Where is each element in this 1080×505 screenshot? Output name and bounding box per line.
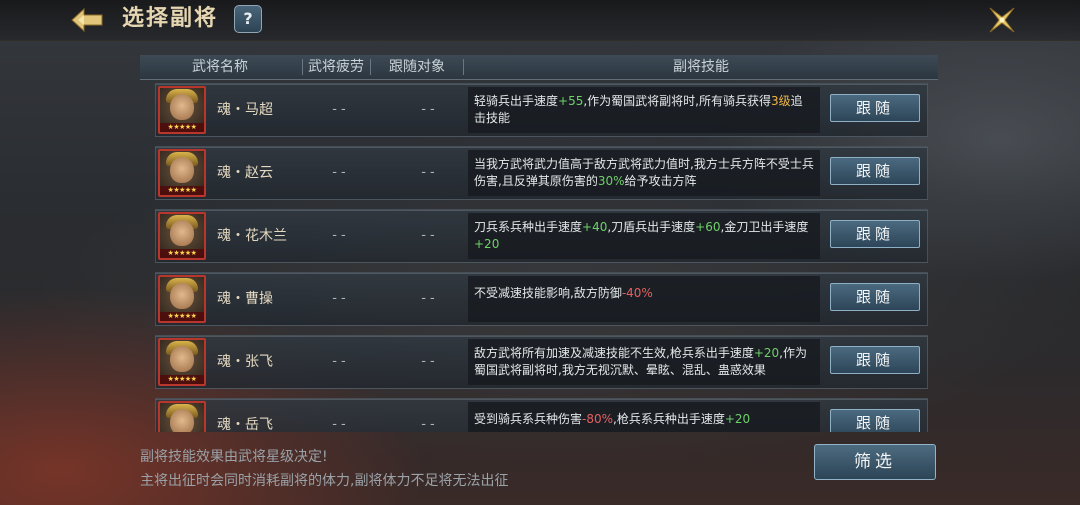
deputy-skill-text: 受到骑兵系兵种伤害-80%,枪兵系兵种出手速度+20 <box>468 402 820 432</box>
deputy-skill-text: 轻骑兵出手速度+55,作为蜀国武将副将时,所有骑兵获得3级追击技能 <box>468 87 820 133</box>
skill-text-segment: ,作为蜀国武将副将时,所有骑兵获得 <box>583 94 771 108</box>
general-row: ★★★★★ 魂・岳飞 - - - - 受到骑兵系兵种伤害-80%,枪兵系兵种出手… <box>155 398 928 432</box>
general-portrait: ★★★★★ <box>158 275 206 323</box>
portrait-face <box>170 409 194 432</box>
skill-text-segment: 不受减速技能影响,敌方防御 <box>474 286 622 300</box>
general-follow-target: - - <box>421 354 435 369</box>
general-portrait: ★★★★★ <box>158 338 206 386</box>
general-follow-target: - - <box>421 102 435 117</box>
portrait-face <box>170 220 194 246</box>
general-fatigue: - - <box>332 354 346 369</box>
general-portrait: ★★★★★ <box>158 149 206 197</box>
general-fatigue: - - <box>332 417 346 432</box>
general-name: 魂・马超 <box>217 102 273 118</box>
table-header: 武将名称 武将疲劳 跟随对象 副将技能 <box>140 55 938 80</box>
general-name: 魂・曹操 <box>217 291 273 307</box>
skill-text-segment: +20 <box>724 412 751 426</box>
skill-text-segment: +20 <box>753 346 780 360</box>
portrait-face <box>170 94 194 120</box>
general-fatigue: - - <box>332 291 346 306</box>
deputy-skill-text: 当我方武将武力值高于敌方武将武力值时,我方士兵方阵不受士兵伤害,且反弹其原伤害的… <box>468 150 820 196</box>
back-arrow-icon[interactable] <box>70 6 104 34</box>
column-header-follow: 跟随对象 <box>389 59 445 75</box>
skill-text-segment: 给予攻击方阵 <box>624 174 697 188</box>
general-name: 魂・岳飞 <box>217 417 273 432</box>
column-header-skill: 副将技能 <box>673 59 729 75</box>
hint-stamina: 主将出征时会同时消耗副将的体力,副将体力不足将无法出征 <box>140 473 509 489</box>
follow-button[interactable]: 跟随 <box>830 283 920 311</box>
skill-text-segment: +60 <box>695 220 721 234</box>
hint-star-level: 副将技能效果由武将星级决定! <box>140 449 328 465</box>
general-fatigue: - - <box>332 228 346 243</box>
general-name: 魂・赵云 <box>217 165 273 181</box>
general-portrait: ★★★★★ <box>158 212 206 260</box>
follow-button[interactable]: 跟随 <box>830 220 920 248</box>
skill-text-segment: +40 <box>582 220 608 234</box>
follow-button[interactable]: 跟随 <box>830 157 920 185</box>
portrait-face <box>170 346 194 372</box>
skill-text-segment: 轻骑兵出手速度 <box>474 94 559 108</box>
star-rating: ★★★★★ <box>160 312 204 321</box>
general-row: ★★★★★ 魂・赵云 - - - - 当我方武将武力值高于敌方武将武力值时,我方… <box>155 146 928 200</box>
filter-button[interactable]: 筛选 <box>814 444 936 480</box>
skill-text-segment: 敌方武将所有加速及减速技能不生效,枪兵系出手速度 <box>474 346 754 360</box>
skill-text-segment: +20 <box>474 237 500 251</box>
portrait-face <box>170 283 194 309</box>
skill-text-segment: ,枪兵系兵种出手速度 <box>613 412 725 426</box>
follow-button[interactable]: 跟随 <box>830 94 920 122</box>
general-name: 魂・张飞 <box>217 354 273 370</box>
skill-text-segment: -40% <box>621 286 653 300</box>
skill-text-segment: ,刀盾兵出手速度 <box>607 220 696 234</box>
general-follow-target: - - <box>421 291 435 306</box>
follow-button[interactable]: 跟随 <box>830 346 920 374</box>
skill-text-segment: 刀兵系兵种出手速度 <box>474 220 583 234</box>
general-fatigue: - - <box>332 102 346 117</box>
general-follow-target: - - <box>421 417 435 432</box>
skill-text-segment: 受到骑兵系兵种伤害 <box>474 412 583 426</box>
general-fatigue: - - <box>332 165 346 180</box>
general-follow-target: - - <box>421 165 435 180</box>
column-header-name: 武将名称 <box>192 59 248 75</box>
skill-text-segment: 30% <box>597 174 625 188</box>
skill-text-segment: -80% <box>582 412 614 426</box>
skill-text-segment: +55 <box>558 94 584 108</box>
general-table: 武将名称 武将疲劳 跟随对象 副将技能 ★★★★★ 魂・马超 - - - - 轻… <box>140 55 938 432</box>
top-bar: 选择副将 ? <box>0 0 1080 41</box>
close-x-icon[interactable] <box>986 4 1018 36</box>
question-icon[interactable]: ? <box>234 5 262 33</box>
deputy-skill-text: 不受减速技能影响,敌方防御-40% <box>468 276 820 322</box>
follow-button[interactable]: 跟随 <box>830 409 920 432</box>
general-name: 魂・花木兰 <box>217 228 287 244</box>
page-title: 选择副将 <box>122 6 219 31</box>
general-follow-target: - - <box>421 228 435 243</box>
general-row: ★★★★★ 魂・曹操 - - - - 不受减速技能影响,敌方防御-40% 跟随 <box>155 272 928 326</box>
portrait-face <box>170 157 194 183</box>
deputy-skill-text: 刀兵系兵种出手速度+40,刀盾兵出手速度+60,金刀卫出手速度 +20 <box>468 213 820 259</box>
star-rating: ★★★★★ <box>160 249 204 258</box>
general-portrait: ★★★★★ <box>158 86 206 134</box>
skill-text-segment: ,金刀卫出手速度 <box>720 220 809 234</box>
star-rating: ★★★★★ <box>160 123 204 132</box>
general-portrait: ★★★★★ <box>158 401 206 432</box>
deputy-skill-text: 敌方武将所有加速及减速技能不生效,枪兵系出手速度+20,作为蜀国武将副将时,我方… <box>468 339 820 385</box>
skill-text-segment: 3级 <box>770 94 791 108</box>
star-rating: ★★★★★ <box>160 186 204 195</box>
column-header-fatigue: 武将疲劳 <box>308 59 364 75</box>
star-rating: ★★★★★ <box>160 375 204 384</box>
general-row: ★★★★★ 魂・张飞 - - - - 敌方武将所有加速及减速技能不生效,枪兵系出… <box>155 335 928 389</box>
general-row: ★★★★★ 魂・花木兰 - - - - 刀兵系兵种出手速度+40,刀盾兵出手速度… <box>155 209 928 263</box>
general-row: ★★★★★ 魂・马超 - - - - 轻骑兵出手速度+55,作为蜀国武将副将时,… <box>155 83 928 137</box>
